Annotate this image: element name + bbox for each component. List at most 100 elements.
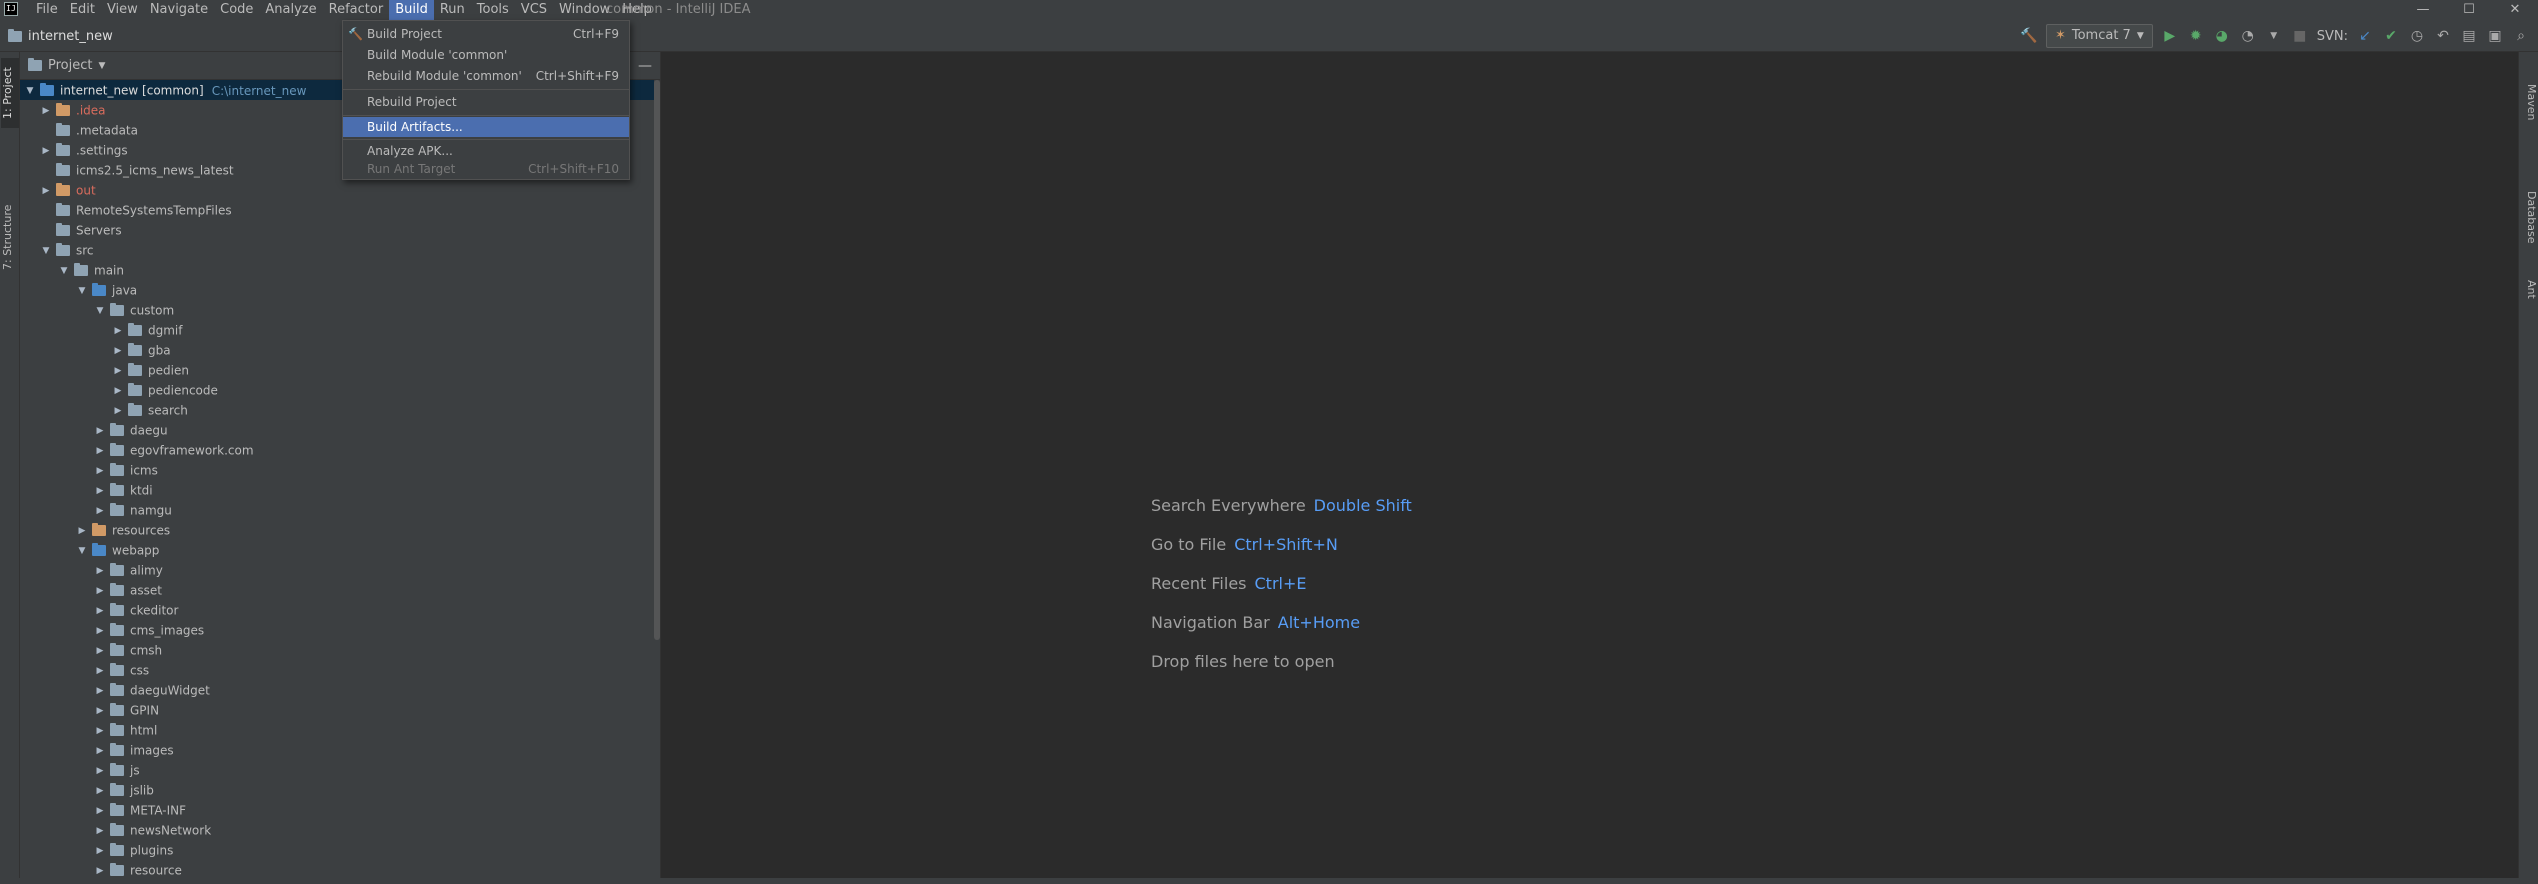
- tree-row[interactable]: ▶ icms: [20, 460, 654, 480]
- chevron-down-icon[interactable]: ▼: [2265, 31, 2283, 41]
- run-icon[interactable]: ▶: [2161, 28, 2179, 44]
- layout-icon[interactable]: ▣: [2486, 28, 2504, 44]
- profile-icon[interactable]: ◔: [2239, 28, 2257, 44]
- tree-row[interactable]: ▶ out: [20, 180, 654, 200]
- tree-row[interactable]: ▶ css: [20, 660, 654, 680]
- expand-arrow-icon[interactable]: ▶: [112, 401, 124, 421]
- tool-tab-ant[interactable]: Ant: [2520, 274, 2538, 304]
- expand-arrow-icon[interactable]: ▶: [94, 581, 106, 601]
- expand-arrow-icon[interactable]: ▶: [94, 801, 106, 821]
- expand-arrow-icon[interactable]: ▼: [58, 261, 70, 281]
- tree-row[interactable]: ▶ images: [20, 740, 654, 760]
- expand-arrow-icon[interactable]: ▶: [94, 841, 106, 861]
- tree-row[interactable]: ▶ egovframework.com: [20, 440, 654, 460]
- tree-row[interactable]: ▼ java: [20, 280, 654, 300]
- menu-code[interactable]: Code: [214, 0, 259, 20]
- menu-run[interactable]: Run: [434, 0, 471, 20]
- expand-arrow-icon[interactable]: ▶: [112, 361, 124, 381]
- debug-icon[interactable]: ✹: [2187, 28, 2205, 44]
- expand-arrow-icon[interactable]: ▶: [94, 601, 106, 621]
- tree-row[interactable]: ▶ pedien: [20, 360, 654, 380]
- expand-arrow-icon[interactable]: ▼: [76, 541, 88, 561]
- expand-arrow-icon[interactable]: ▶: [112, 381, 124, 401]
- expand-arrow-icon[interactable]: ▶: [94, 821, 106, 841]
- breadcrumb[interactable]: internet_new: [8, 20, 113, 52]
- tree-row[interactable]: ▶ dgmif: [20, 320, 654, 340]
- tree-row[interactable]: ▶ plugins: [20, 840, 654, 860]
- expand-arrow-icon[interactable]: ▶: [94, 661, 106, 681]
- coverage-icon[interactable]: ◕: [2213, 28, 2231, 44]
- tree-row[interactable]: ▶ pediencode: [20, 380, 654, 400]
- tree-row[interactable]: ▼ src: [20, 240, 654, 260]
- tree-row[interactable]: ▶ asset: [20, 580, 654, 600]
- menu-item-rebuild-module[interactable]: Rebuild Module 'common' Ctrl+Shift+F9: [343, 66, 629, 86]
- menu-refactor[interactable]: Refactor: [323, 0, 390, 20]
- project-view-select[interactable]: Project: [48, 58, 92, 73]
- expand-arrow-icon[interactable]: ▶: [94, 761, 106, 781]
- tree-row[interactable]: ▶ resource: [20, 860, 654, 880]
- hide-panel-icon[interactable]: —: [638, 52, 652, 80]
- expand-arrow-icon[interactable]: ▶: [94, 641, 106, 661]
- tree-row[interactable]: ▶ gba: [20, 340, 654, 360]
- tree-row[interactable]: ▶ cms_images: [20, 620, 654, 640]
- menu-analyze[interactable]: Analyze: [259, 0, 322, 20]
- expand-arrow-icon[interactable]: ▶: [94, 721, 106, 741]
- tree-row[interactable]: ▼ webapp: [20, 540, 654, 560]
- tree-row[interactable]: ▶ daegu: [20, 420, 654, 440]
- tool-tab-database[interactable]: Database: [2520, 182, 2538, 252]
- tree-row[interactable]: ▶ html: [20, 720, 654, 740]
- expand-arrow-icon[interactable]: ▶: [112, 321, 124, 341]
- tool-tab-maven[interactable]: Maven: [2520, 72, 2538, 132]
- menu-item-build-artifacts[interactable]: Build Artifacts...: [343, 117, 629, 137]
- tree-row[interactable]: ▶ META-INF: [20, 800, 654, 820]
- tree-row[interactable]: ▶ alimy: [20, 560, 654, 580]
- tree-row[interactable]: ▶ GPIN: [20, 700, 654, 720]
- menu-vcs[interactable]: VCS: [515, 0, 553, 20]
- menu-view[interactable]: View: [101, 0, 144, 20]
- menu-item-build-project[interactable]: 🔨 Build Project Ctrl+F9: [343, 24, 629, 44]
- expand-arrow-icon[interactable]: ▶: [94, 621, 106, 641]
- expand-arrow-icon[interactable]: ▶: [94, 441, 106, 461]
- editor-empty-area[interactable]: Search Everywhere Double Shift Go to File…: [660, 52, 2518, 884]
- tree-row[interactable]: ▶ resources: [20, 520, 654, 540]
- expand-arrow-icon[interactable]: ▶: [94, 701, 106, 721]
- menu-item-analyze-apk[interactable]: Analyze APK...: [343, 141, 629, 161]
- tree-row[interactable]: Servers: [20, 220, 654, 240]
- tree-row[interactable]: ▼ custom: [20, 300, 654, 320]
- svn-update-icon[interactable]: ↙: [2356, 28, 2374, 44]
- menu-file[interactable]: File: [30, 0, 64, 20]
- menu-build[interactable]: Build: [389, 0, 434, 20]
- expand-arrow-icon[interactable]: ▶: [94, 501, 106, 521]
- menu-navigate[interactable]: Navigate: [144, 0, 214, 20]
- tree-row[interactable]: ▶ cmsh: [20, 640, 654, 660]
- revert-icon[interactable]: ↶: [2434, 28, 2452, 44]
- tree-row[interactable]: ▶ ktdi: [20, 480, 654, 500]
- build-hammer-icon[interactable]: 🔨: [2020, 28, 2038, 44]
- tree-row[interactable]: ▶ jslib: [20, 780, 654, 800]
- tree-row[interactable]: ▼ main: [20, 260, 654, 280]
- tree-row[interactable]: ▶ ckeditor: [20, 600, 654, 620]
- expand-arrow-icon[interactable]: ▶: [94, 561, 106, 581]
- run-configuration-select[interactable]: ✶ Tomcat 7 ▼: [2045, 24, 2153, 48]
- menu-edit[interactable]: Edit: [64, 0, 101, 20]
- history-icon[interactable]: ◷: [2408, 28, 2426, 44]
- project-structure-icon[interactable]: ▤: [2460, 28, 2478, 44]
- svn-commit-icon[interactable]: ✔: [2382, 28, 2400, 44]
- tree-row[interactable]: ▶ search: [20, 400, 654, 420]
- minimize-button[interactable]: —: [2400, 0, 2446, 20]
- maximize-button[interactable]: ☐: [2446, 0, 2492, 20]
- menu-item-build-module[interactable]: Build Module 'common': [343, 45, 629, 65]
- tool-tab-project[interactable]: 1: Project: [1, 58, 19, 128]
- menu-tools[interactable]: Tools: [471, 0, 515, 20]
- expand-arrow-icon[interactable]: ▼: [24, 81, 36, 101]
- chevron-down-icon[interactable]: ▼: [98, 61, 105, 71]
- expand-arrow-icon[interactable]: ▶: [94, 481, 106, 501]
- tree-row[interactable]: ▶ daeguWidget: [20, 680, 654, 700]
- expand-arrow-icon[interactable]: ▶: [94, 741, 106, 761]
- tool-tab-structure[interactable]: 7: Structure: [1, 197, 19, 277]
- expand-arrow-icon[interactable]: ▶: [40, 141, 52, 161]
- tree-row[interactable]: RemoteSystemsTempFiles: [20, 200, 654, 220]
- search-icon[interactable]: ⌕: [2512, 28, 2530, 44]
- tree-row[interactable]: ▶ namgu: [20, 500, 654, 520]
- expand-arrow-icon[interactable]: ▶: [94, 461, 106, 481]
